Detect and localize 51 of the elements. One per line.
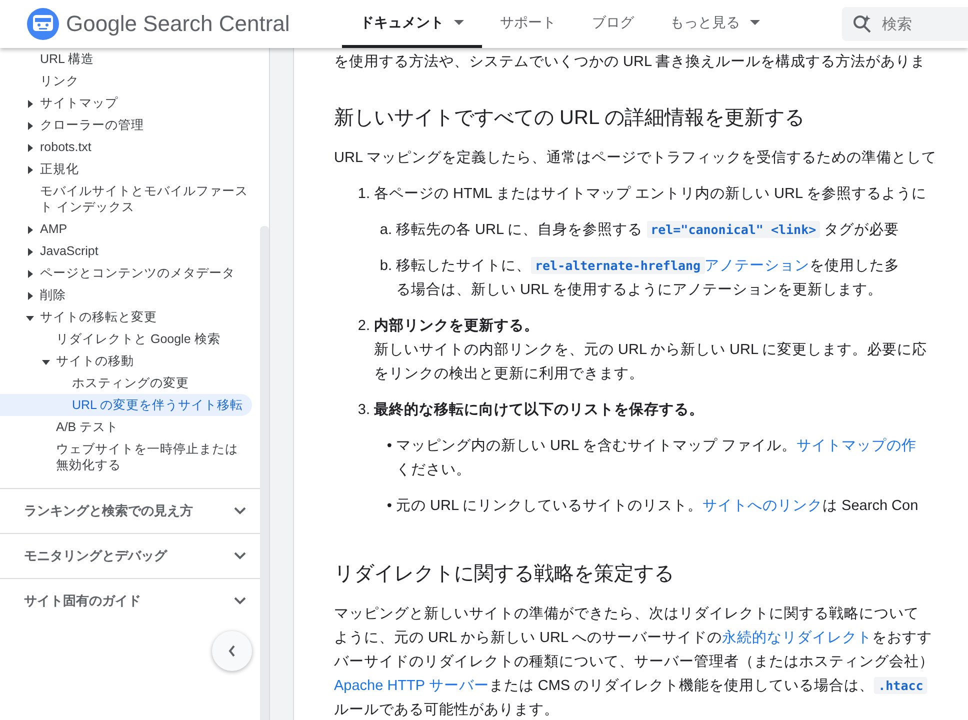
list-item-text: 移転先の各 URL に、自身を参照する rel="canonical" <link> タグが必要 xyxy=(396,220,900,240)
list-item-text: マッピング内の新しい URL を含むサイトマップ ファイル。サイトマップの作 ください。 xyxy=(396,436,917,480)
inline-code: rel-alternate-hreflang xyxy=(531,257,705,274)
text-link[interactable]: サイトマップの作 xyxy=(796,438,917,454)
nav-tab[interactable]: もっと見る xyxy=(652,0,778,48)
list-item-text: 最終的な移転に向けて以下のリストを保存する。 xyxy=(374,400,704,420)
sidebar-item[interactable]: リダイレクトと Google 検索 xyxy=(0,328,252,350)
sidebar-item[interactable]: URL 構造 xyxy=(0,48,252,70)
sidebar-item[interactable]: ホスティングの変更 xyxy=(0,372,252,394)
list-item-text: 移転したサイトに、 rel-alternate-hreflang アノテーション を使用した多 る場合は、新しい URL を使用するようにアノテーションを更新します。 xyxy=(396,256,900,300)
sidebar-item[interactable]: サイトの移転と変更 xyxy=(0,306,252,328)
sidebar-item[interactable]: robots.txt xyxy=(0,136,252,158)
sidebar-item[interactable]: 正規化 xyxy=(0,158,252,180)
sidebar-item[interactable]: AMP xyxy=(0,218,252,240)
sidebar-item[interactable]: クローラーの管理 xyxy=(0,114,252,136)
sidebar-item[interactable]: ページとコンテンツのメタデータ xyxy=(0,262,252,284)
nav-tab[interactable]: サポート xyxy=(482,0,574,48)
sidebar-item[interactable]: URL の変更を伴うサイト移転 xyxy=(0,394,252,416)
paragraph: URL マッピングを定義したら、通常はページでトラフィックを受信するための準備として xyxy=(334,148,938,168)
sidebar-item[interactable]: ウェブサイトを一時停止または無効化する xyxy=(0,438,252,476)
sidebar-item[interactable]: JavaScript xyxy=(0,240,252,262)
sidebar-item[interactable]: サイトの移動 xyxy=(0,350,252,372)
search-field[interactable]: 検索 xyxy=(842,7,968,41)
sidebar-item[interactable]: リンク xyxy=(0,70,252,92)
text-link[interactable]: 永続的なリダイレクト xyxy=(722,630,872,646)
sidebar-item[interactable]: モバイルサイトとモバイルファースト インデックス xyxy=(0,180,252,218)
sidebar-item[interactable]: A/B テスト xyxy=(0,416,252,438)
text-link[interactable]: サイトへのリンク xyxy=(702,498,823,514)
list-item-text: 元の URL にリンクしているサイトのリスト。サイトへのリンク は Search Con xyxy=(396,497,918,516)
nav-tab[interactable]: ブログ xyxy=(574,0,652,48)
text-link[interactable]: Apache HTTP サーバー xyxy=(334,678,489,694)
inline-code: .htacc xyxy=(874,677,928,694)
list-number: 1. xyxy=(356,185,370,204)
paragraph: を使用する方法や、システムでいくつかの URL 書き換えルールを構成する方法がありま xyxy=(334,52,927,72)
sidebar-item[interactable]: サイトマップ xyxy=(0,92,252,114)
site-logo-text[interactable]: Google Search Central xyxy=(66,11,290,37)
paragraph: マッピングと新しいサイトの準備ができたら、次はリダイレクトに関する戦略について ように、元の URL から新しい URL へのサーバーサイドの永続的なリダイレクト をおすす バーサイドのリダイレクトの種類について、サーバー管理者（またはホスティング会社） Apache HTTP サーバー または CMS のリダイレクト機能を使用している場合は、 .htacc ルールである可能性があります。 xyxy=(334,604,935,720)
inline-code: rel="canonical" <link> xyxy=(646,221,820,238)
list-marker: • xyxy=(386,497,392,516)
sidebar-item[interactable]: 削除 xyxy=(0,284,252,306)
list-marker: a. xyxy=(378,221,392,240)
list-marker: b. xyxy=(378,257,392,276)
list-item-text: 内部リンクを更新する。 新しいサイトの内部リンクを、元の URL から新しい URL に変更します。必要に応 をリンクの検出と更新に利用できます。 xyxy=(374,316,928,384)
section-heading: リダイレクトに関する戦略を策定する xyxy=(334,562,675,587)
nav-tab[interactable]: ドキュメント xyxy=(342,0,482,48)
section-heading: 新しいサイトですべての URL の詳細情報を更新する xyxy=(334,106,806,131)
list-number: 3. xyxy=(356,401,370,420)
list-item-text: 各ページの HTML またはサイトマップ エントリ内の新しい URL を参照するように xyxy=(374,184,927,204)
text-link[interactable]: アノテーション xyxy=(704,258,810,274)
list-number: 2. xyxy=(356,317,370,336)
list-marker: • xyxy=(386,437,392,456)
